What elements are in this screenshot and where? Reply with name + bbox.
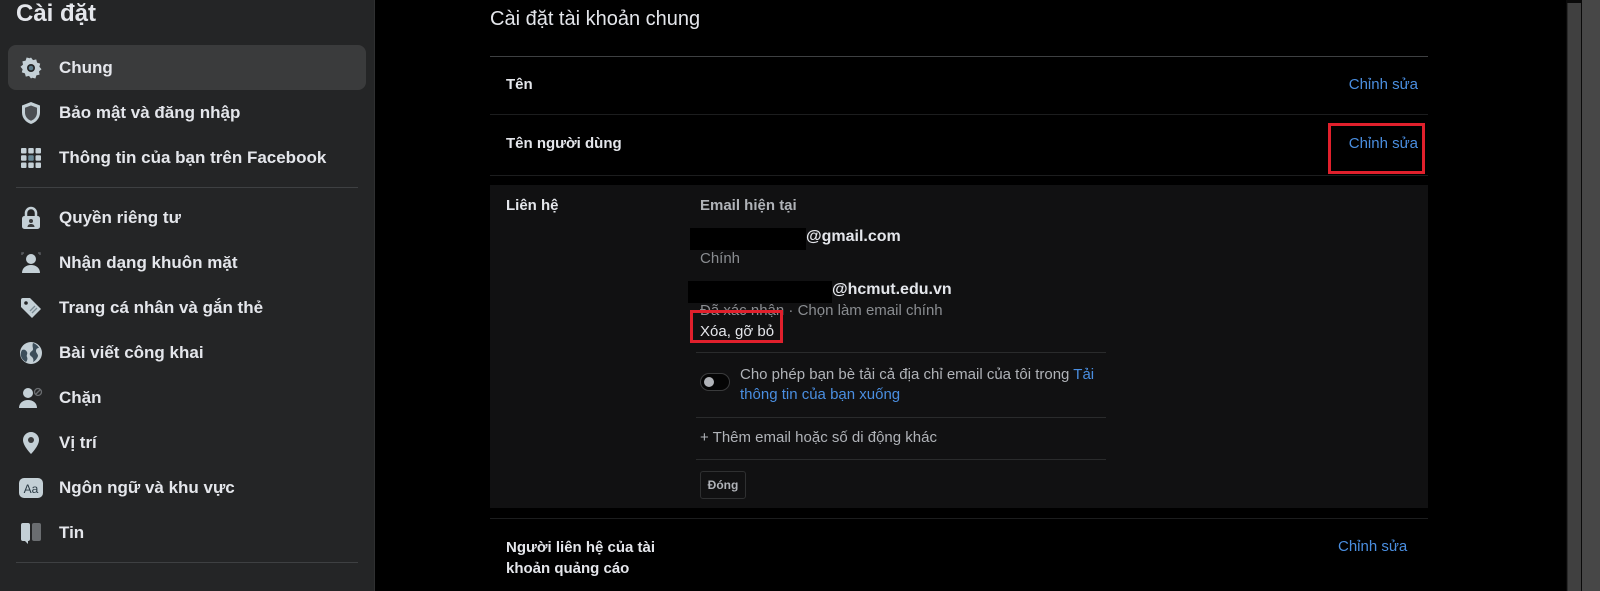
row-divider [490, 518, 1428, 519]
sidebar-divider [16, 187, 358, 188]
edit-ads-contact-link[interactable]: Chỉnh sửa [1338, 538, 1407, 555]
sidebar-item-language[interactable]: Aa Ngôn ngữ và khu vực [8, 465, 366, 510]
svg-text:Aa: Aa [24, 482, 39, 496]
face-recognition-icon [18, 250, 44, 276]
shield-icon [18, 100, 44, 126]
stories-icon [18, 520, 44, 546]
sidebar-item-label: Tin [59, 522, 85, 542]
settings-row-username: Tên người dùng Chỉnh sửa [490, 115, 1428, 176]
sidebar-title: Cài đặt [16, 0, 97, 27]
row-divider [490, 175, 1428, 176]
email-status: Chính [700, 250, 741, 267]
row-label: Tên người dùng [506, 135, 622, 152]
email-status: Đã xác nhận [700, 302, 785, 319]
sidebar-item-face-recognition[interactable]: Nhận dạng khuôn mặt [8, 240, 366, 285]
make-primary-link[interactable]: Chọn làm email chính [798, 302, 943, 319]
window-edge [1582, 0, 1600, 591]
scrollbar-thumb[interactable] [1567, 3, 1581, 591]
globe-icon [18, 340, 44, 366]
sidebar-item-stories[interactable]: Tin [8, 510, 366, 555]
toggle-knob [704, 377, 714, 387]
sidebar-divider [16, 562, 358, 563]
sidebar-item-label: Chặn [59, 387, 102, 407]
email-status-line: Đã xác nhận · Chọn làm email chính [700, 302, 943, 319]
language-icon: Aa [18, 475, 44, 501]
sidebar-item-label: Trang cá nhân và gắn thẻ [59, 297, 264, 317]
sidebar-item-label: Nhận dạng khuôn mặt [59, 252, 238, 272]
block-user-icon [18, 385, 44, 411]
ads-contact-label: Người liên hệ của tài khoản quảng cáo [506, 539, 656, 577]
row-label: Tên [506, 76, 533, 93]
sidebar-item-label: Chung [59, 57, 113, 77]
sidebar-item-privacy[interactable]: Quyền riêng tư [8, 195, 366, 240]
add-email-or-phone-link[interactable]: + Thêm email hoặc số di động khác [700, 429, 937, 446]
edit-name-link[interactable]: Chỉnh sửa [1349, 76, 1418, 93]
sidebar-item-label: Ngôn ngữ và khu vực [59, 477, 235, 497]
redacted-email-local [690, 228, 806, 250]
tag-icon [18, 295, 44, 321]
sidebar-item-general[interactable]: Chung [8, 45, 366, 90]
edit-username-link[interactable]: Chỉnh sửa [1349, 135, 1418, 152]
allow-email-download-toggle[interactable] [700, 373, 730, 391]
grid-icon [18, 145, 44, 171]
sidebar-item-blocking[interactable]: Chặn [8, 375, 366, 420]
settings-nav: Chung Bảo mật và đăng nhập Thông tin của… [8, 45, 366, 570]
sidebar-item-public-posts[interactable]: Bài viết công khai [8, 330, 366, 375]
page-title: Cài đặt tài khoản chung [490, 8, 701, 30]
settings-row-name: Tên Chỉnh sửa [490, 57, 1428, 115]
sidebar-item-label: Thông tin của bạn trên Facebook [59, 147, 327, 167]
sidebar-item-label: Bài viết công khai [59, 342, 204, 362]
sidebar-item-your-info[interactable]: Thông tin của bạn trên Facebook [8, 135, 366, 180]
sidebar-item-profile-tagging[interactable]: Trang cá nhân và gắn thẻ [8, 285, 366, 330]
toggle-description: Cho phép bạn bè tải cả địa chỉ email của… [740, 365, 1120, 405]
sidebar-item-location[interactable]: Vị trí [8, 420, 366, 465]
sidebar-item-label: Quyền riêng tư [59, 207, 181, 227]
sidebar-item-security[interactable]: Bảo mật và đăng nhập [8, 90, 366, 135]
gear-icon [18, 55, 44, 81]
contact-label: Liên hệ [506, 197, 559, 214]
location-pin-icon [18, 430, 44, 456]
email-address: @gmail.com [806, 228, 901, 245]
email-address: @hcmut.edu.vn [832, 281, 952, 298]
current-email-heading: Email hiện tại [700, 197, 797, 214]
toggle-text: Cho phép bạn bè tải cả địa chỉ email của… [740, 366, 1074, 383]
close-button[interactable]: Đóng [700, 471, 746, 499]
separator: · [784, 302, 798, 319]
section-divider [696, 459, 1106, 460]
settings-sidebar: Cài đặt Chung Bảo mật và đăng nhập Thông… [0, 0, 375, 591]
main-content: Cài đặt tài khoản chung Tên Chỉnh sửa Tê… [376, 0, 1566, 591]
section-divider [696, 352, 1106, 353]
sidebar-item-label: Vị trí [59, 432, 97, 452]
lock-icon [18, 205, 44, 231]
contact-panel: Liên hệ Email hiện tại @gmail.com Chính … [490, 185, 1428, 508]
sidebar-item-label: Bảo mật và đăng nhập [59, 102, 241, 122]
redacted-email-local [688, 281, 832, 303]
section-divider [696, 417, 1106, 418]
remove-email-link[interactable]: Xóa, gỡ bỏ [700, 323, 774, 340]
